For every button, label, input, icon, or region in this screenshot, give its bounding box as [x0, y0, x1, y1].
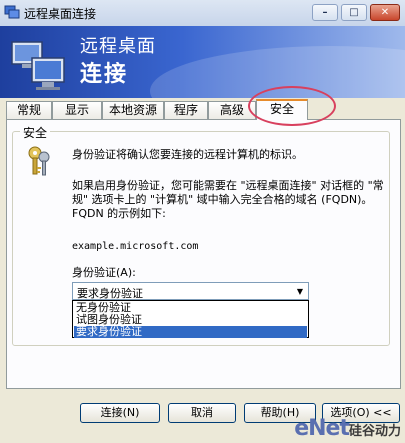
minimize-icon: –: [322, 7, 328, 18]
computers-icon: [11, 41, 65, 90]
maximize-button[interactable]: □: [341, 4, 367, 21]
header-banner: 远程桌面 连接: [0, 26, 405, 98]
auth-label: 身份验证(A):: [72, 266, 136, 279]
banner-decoration: [150, 46, 405, 98]
watermark-brand: eNet: [294, 416, 350, 441]
tab-display[interactable]: 显示: [52, 101, 102, 119]
tab-local-resources[interactable]: 本地资源: [102, 101, 164, 119]
tab-strip: 常规 显示 本地资源 程序 高级 安全: [6, 99, 401, 120]
fqdn-example: example.microsoft.com: [72, 241, 199, 252]
tab-security[interactable]: 安全: [256, 99, 308, 120]
banner-title-line2: 连接: [80, 62, 129, 87]
auth-description: 身份验证将确认您要连接的远程计算机的标识。: [72, 148, 303, 161]
minimize-button[interactable]: –: [312, 4, 338, 21]
close-button[interactable]: ✕: [370, 4, 400, 21]
remote-desktop-app-icon: [4, 5, 20, 19]
title-bar: 远程桌面连接 – □ ✕: [0, 0, 405, 27]
auth-option-require[interactable]: 要求身份验证: [74, 326, 307, 338]
tab-general[interactable]: 常规: [6, 101, 52, 119]
auth-select-value: 要求身份验证: [77, 287, 143, 300]
window-title: 远程桌面连接: [24, 7, 97, 21]
chevron-down-icon[interactable]: ▼: [294, 285, 306, 297]
close-icon: ✕: [380, 7, 390, 18]
security-group-title: 安全: [20, 124, 51, 141]
tab-advanced[interactable]: 高级: [208, 101, 256, 119]
connect-button[interactable]: 连接(N): [80, 403, 160, 423]
banner-title-line1: 远程桌面: [80, 36, 156, 57]
watermark-cn: 硅谷动力: [348, 424, 401, 439]
auth-select[interactable]: 要求身份验证 ▼: [72, 282, 309, 300]
tab-programs[interactable]: 程序: [164, 101, 208, 119]
cancel-button[interactable]: 取消: [168, 403, 236, 423]
auth-dropdown-list: 无身份验证 试图身份验证 要求身份验证: [72, 300, 309, 338]
maximize-icon: □: [349, 7, 359, 18]
watermark-logo: eNet硅谷动力: [294, 416, 401, 441]
fqdn-explanation: 如果启用身份验证，您可能需要在 "远程桌面连接" 对话框的 "常规" 选项卡上的…: [72, 179, 384, 220]
keys-icon: [28, 146, 50, 176]
